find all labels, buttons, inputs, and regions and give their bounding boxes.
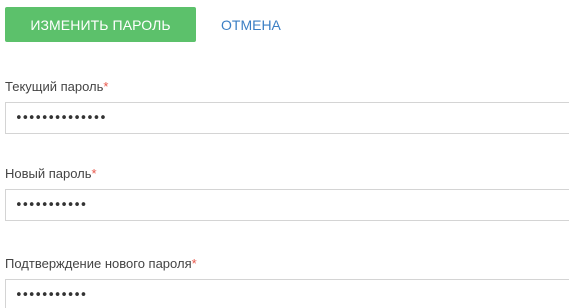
required-mark: *: [191, 256, 197, 271]
confirm-password-masked-value: •••••••••••: [15, 287, 87, 303]
confirm-password-field: Подтверждение нового пароля* •••••••••••: [5, 255, 569, 308]
current-password-label: Текущий пароль*: [5, 78, 569, 96]
new-password-masked-value: •••••••••••: [15, 197, 87, 213]
new-password-field: Новый пароль* •••••••••••: [5, 165, 569, 221]
new-password-label: Новый пароль*: [5, 165, 569, 183]
confirm-password-input[interactable]: •••••••••••: [5, 279, 569, 308]
cancel-button[interactable]: ОТМЕНА: [221, 7, 281, 42]
required-mark: *: [91, 166, 97, 181]
change-password-page: ИЗМЕНИТЬ ПАРОЛЬ ОТМЕНА Текущий пароль* •…: [0, 0, 569, 308]
required-mark: *: [103, 79, 109, 94]
new-password-input[interactable]: •••••••••••: [5, 189, 569, 221]
toolbar: ИЗМЕНИТЬ ПАРОЛЬ ОТМЕНА: [5, 7, 281, 42]
current-password-field: Текущий пароль* ••••••••••••••: [5, 78, 569, 134]
confirm-password-label: Подтверждение нового пароля*: [5, 255, 569, 273]
current-password-masked-value: ••••••••••••••: [15, 110, 107, 126]
confirm-password-label-text: Подтверждение нового пароля: [5, 256, 192, 271]
change-password-button[interactable]: ИЗМЕНИТЬ ПАРОЛЬ: [5, 7, 196, 42]
new-password-label-text: Новый пароль: [5, 166, 92, 181]
current-password-input[interactable]: ••••••••••••••: [5, 102, 569, 134]
current-password-label-text: Текущий пароль: [5, 79, 104, 94]
